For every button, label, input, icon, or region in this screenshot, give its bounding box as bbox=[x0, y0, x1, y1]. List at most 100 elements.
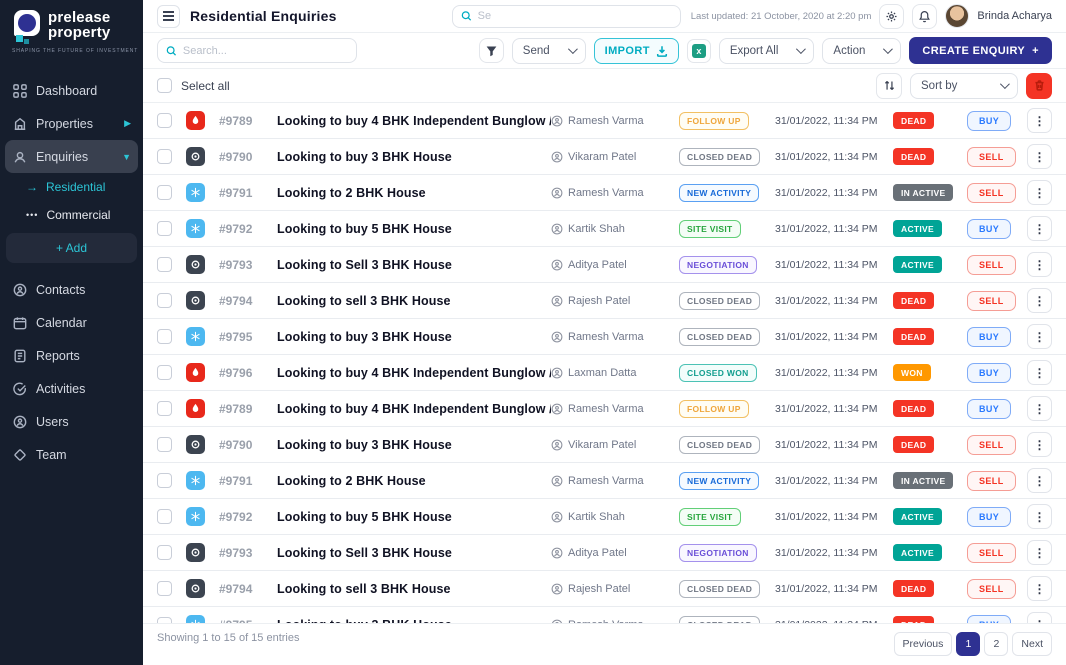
buy-sell-button[interactable]: SELL bbox=[967, 255, 1016, 275]
hot-lead-drop-icon bbox=[190, 403, 201, 414]
enquiry-title[interactable]: Looking to Sell 3 BHK House bbox=[267, 546, 551, 560]
row-checkbox[interactable] bbox=[157, 473, 172, 488]
row-menu-button[interactable]: ⋮ bbox=[1027, 432, 1052, 457]
row-checkbox[interactable] bbox=[157, 293, 172, 308]
sidebar-item-contacts[interactable]: Contacts bbox=[0, 273, 143, 306]
contact-name: Aditya Patel bbox=[568, 547, 627, 559]
buy-sell-button[interactable]: SELL bbox=[967, 543, 1016, 563]
excel-export-button[interactable]: x bbox=[687, 39, 711, 63]
row-menu-button[interactable]: ⋮ bbox=[1027, 108, 1052, 133]
sidebar-item-properties[interactable]: Properties ▶ bbox=[0, 107, 143, 140]
sort-direction-button[interactable] bbox=[876, 73, 902, 99]
enquiry-title[interactable]: Looking to sell 3 BHK House bbox=[267, 582, 551, 596]
add-enquiry-button[interactable]: + Add bbox=[6, 233, 137, 263]
buy-sell-button[interactable]: BUY bbox=[967, 219, 1011, 239]
buy-sell-button[interactable]: SELL bbox=[967, 579, 1016, 599]
enquiry-title[interactable]: Looking to 2 BHK House bbox=[267, 186, 551, 200]
row-menu-button[interactable]: ⋮ bbox=[1027, 576, 1052, 601]
enquiry-datetime: 31/01/2022, 11:34 PM bbox=[775, 151, 893, 163]
sidebar-item-team[interactable]: Team bbox=[0, 438, 143, 471]
select-all-checkbox[interactable] bbox=[157, 78, 172, 93]
row-checkbox[interactable] bbox=[157, 509, 172, 524]
row-menu-button[interactable]: ⋮ bbox=[1027, 252, 1052, 277]
sidebar-item-label: Team bbox=[36, 448, 67, 462]
sidebar-item-enquiries[interactable]: Enquiries ▼ bbox=[5, 140, 138, 173]
pagination-next-button[interactable]: Next bbox=[1012, 632, 1052, 656]
row-checkbox[interactable] bbox=[157, 113, 172, 128]
row-menu-button[interactable]: ⋮ bbox=[1027, 468, 1052, 493]
enquiry-id: #9796 bbox=[219, 366, 267, 380]
row-menu-button[interactable]: ⋮ bbox=[1027, 324, 1052, 349]
hamburger-menu-button[interactable] bbox=[157, 5, 180, 28]
row-menu-button[interactable]: ⋮ bbox=[1027, 216, 1052, 241]
buy-sell-button[interactable]: BUY bbox=[967, 507, 1011, 527]
import-button[interactable]: IMPORT bbox=[594, 38, 679, 64]
buy-sell-button[interactable]: SELL bbox=[967, 147, 1016, 167]
row-menu-button[interactable]: ⋮ bbox=[1027, 540, 1052, 565]
settings-button[interactable] bbox=[879, 4, 904, 29]
notifications-button[interactable] bbox=[912, 4, 937, 29]
row-menu-button[interactable]: ⋮ bbox=[1027, 180, 1052, 205]
row-checkbox[interactable] bbox=[157, 185, 172, 200]
send-dropdown-label: Send bbox=[523, 45, 550, 57]
row-checkbox[interactable] bbox=[157, 149, 172, 164]
global-search-input[interactable] bbox=[478, 10, 672, 22]
send-dropdown[interactable]: Send bbox=[512, 38, 586, 64]
sort-by-dropdown[interactable]: Sort by bbox=[910, 73, 1018, 99]
row-checkbox[interactable] bbox=[157, 365, 172, 380]
enquiry-title[interactable]: Looking to buy 4 BHK Independent Bunglow… bbox=[267, 402, 551, 416]
pagination-page-1[interactable]: 1 bbox=[956, 632, 980, 656]
enquiry-title[interactable]: Looking to buy 3 BHK House bbox=[267, 330, 551, 344]
delete-button[interactable] bbox=[1026, 73, 1052, 99]
row-checkbox[interactable] bbox=[157, 581, 172, 596]
enquiry-title[interactable]: Looking to sell 3 BHK House bbox=[267, 294, 551, 308]
row-checkbox[interactable] bbox=[157, 545, 172, 560]
buy-sell-button[interactable]: BUY bbox=[967, 111, 1011, 131]
enquiry-title[interactable]: Looking to buy 4 BHK Independent Bunglow… bbox=[267, 114, 551, 128]
row-menu-button[interactable]: ⋮ bbox=[1027, 396, 1052, 421]
status-cell: ACTIVE bbox=[893, 256, 967, 273]
sidebar-item-users[interactable]: Users bbox=[0, 405, 143, 438]
row-checkbox[interactable] bbox=[157, 257, 172, 272]
enquiry-title[interactable]: Looking to buy 3 BHK House bbox=[267, 150, 551, 164]
enquiry-title[interactable]: Looking to 2 BHK House bbox=[267, 474, 551, 488]
row-checkbox[interactable] bbox=[157, 221, 172, 236]
list-search-input[interactable] bbox=[183, 45, 348, 57]
row-checkbox[interactable] bbox=[157, 329, 172, 344]
buy-sell-button[interactable]: SELL bbox=[967, 291, 1016, 311]
buy-sell-button[interactable]: BUY bbox=[967, 327, 1011, 347]
action-dropdown[interactable]: Action bbox=[822, 38, 901, 64]
row-checkbox[interactable] bbox=[157, 437, 172, 452]
row-checkbox[interactable] bbox=[157, 401, 172, 416]
sidebar-subitem-label: Residential bbox=[46, 180, 105, 194]
export-all-dropdown[interactable]: Export All bbox=[719, 38, 815, 64]
buy-sell-button[interactable]: BUY bbox=[967, 615, 1011, 624]
sidebar-item-dashboard[interactable]: Dashboard bbox=[0, 74, 143, 107]
buy-sell-button[interactable]: SELL bbox=[967, 435, 1016, 455]
sidebar-item-reports[interactable]: Reports bbox=[0, 339, 143, 372]
sidebar-subitem-commercial[interactable]: ••• Commercial bbox=[0, 201, 143, 229]
buy-sell-button[interactable]: SELL bbox=[967, 471, 1016, 491]
buy-sell-button[interactable]: BUY bbox=[967, 399, 1011, 419]
sidebar-subitem-residential[interactable]: → Residential bbox=[0, 173, 143, 201]
row-menu-button[interactable]: ⋮ bbox=[1027, 144, 1052, 169]
row-menu-button[interactable]: ⋮ bbox=[1027, 288, 1052, 313]
enquiry-title[interactable]: Looking to Sell 3 BHK House bbox=[267, 258, 551, 272]
enquiry-title[interactable]: Looking to buy 5 BHK House bbox=[267, 222, 551, 236]
create-enquiry-button[interactable]: CREATE ENQUIRY + bbox=[909, 37, 1052, 64]
sidebar-item-label: Reports bbox=[36, 349, 80, 363]
enquiry-title[interactable]: Looking to buy 4 BHK Independent Bunglow… bbox=[267, 366, 551, 380]
sidebar-item-calendar[interactable]: Calendar bbox=[0, 306, 143, 339]
enquiry-title[interactable]: Looking to buy 3 BHK House bbox=[267, 438, 551, 452]
row-menu-button[interactable]: ⋮ bbox=[1027, 612, 1052, 623]
pagination-previous-button[interactable]: Previous bbox=[894, 632, 953, 656]
buy-sell-button[interactable]: SELL bbox=[967, 183, 1016, 203]
sidebar-item-activities[interactable]: Activities bbox=[0, 372, 143, 405]
row-menu-button[interactable]: ⋮ bbox=[1027, 504, 1052, 529]
row-menu-button[interactable]: ⋮ bbox=[1027, 360, 1052, 385]
buy-sell-button[interactable]: BUY bbox=[967, 363, 1011, 383]
user-avatar[interactable] bbox=[945, 4, 969, 28]
filter-button[interactable] bbox=[479, 38, 504, 63]
pagination-page-2[interactable]: 2 bbox=[984, 632, 1008, 656]
enquiry-title[interactable]: Looking to buy 5 BHK House bbox=[267, 510, 551, 524]
